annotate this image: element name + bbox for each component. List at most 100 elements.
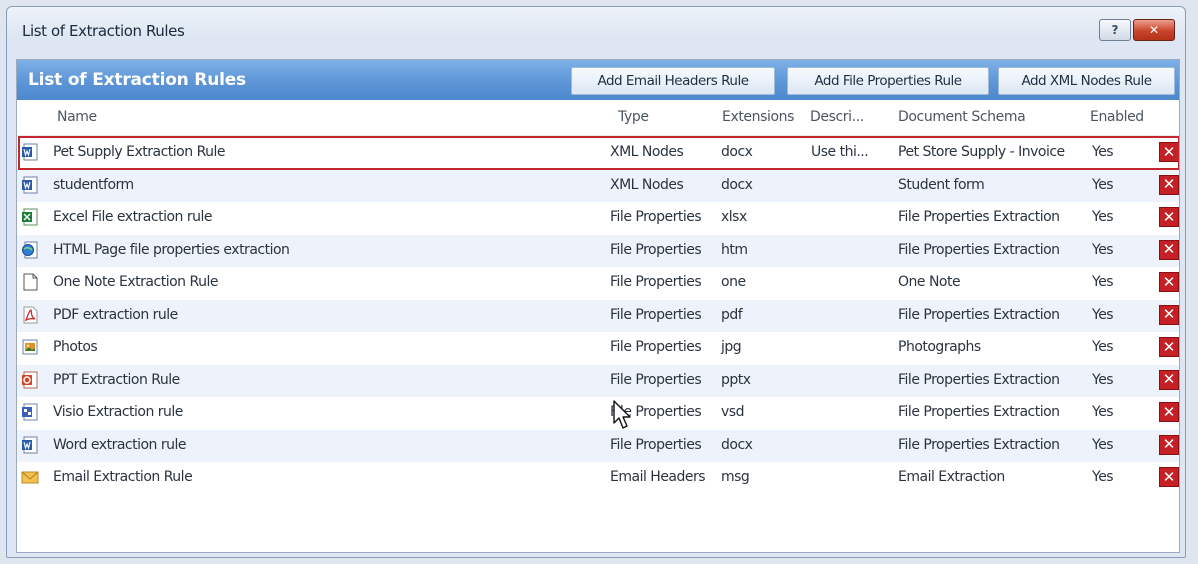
- rule-extensions: pdf: [721, 306, 743, 323]
- rule-extensions: vsd: [721, 404, 744, 420]
- rule-enabled: Yes: [1092, 274, 1114, 290]
- excel-icon: [21, 208, 39, 226]
- rule-document-schema: Email Extraction: [898, 469, 1005, 485]
- column-header-row: Name Type Extensions Descri... Document …: [17, 100, 1179, 136]
- delete-rule-icon[interactable]: ✕: [1159, 369, 1179, 390]
- delete-rule-icon[interactable]: ✕: [1159, 207, 1179, 227]
- html-page-icon: [21, 241, 39, 259]
- rule-row[interactable]: studentform XML Nodes docx Student form Yes ✕: [17, 169, 1179, 202]
- rule-row[interactable]: PPT Extraction Rule File Properties pptx Fi…: [17, 364, 1179, 397]
- rule-document-schema: Photographs: [898, 339, 981, 355]
- delete-rule-icon[interactable]: ✕: [1159, 239, 1179, 260]
- close-button[interactable]: ✕: [1133, 19, 1175, 41]
- add-file-properties-rule-button[interactable]: Add File Properties Rule: [787, 67, 989, 95]
- delete-rule-icon[interactable]: ✕: [1159, 174, 1179, 195]
- rule-name: Photos: [53, 339, 98, 355]
- rule-type: Email Headers: [610, 469, 706, 485]
- pdf-icon: [21, 306, 39, 324]
- title-bar[interactable]: List of Extraction Rules ? ✕: [7, 7, 1185, 51]
- column-header-document-schema[interactable]: Document Schema: [898, 109, 1026, 125]
- delete-rule-icon[interactable]: ✕: [1159, 272, 1179, 292]
- rule-description: Use thi...: [811, 144, 869, 160]
- rule-extensions: pptx: [721, 371, 751, 388]
- visio-icon: [21, 403, 39, 421]
- rule-type: File Properties: [610, 306, 702, 323]
- word-doc-icon: [21, 143, 39, 161]
- rule-enabled: Yes: [1092, 144, 1114, 160]
- delete-rule-icon[interactable]: ✕: [1159, 337, 1179, 357]
- column-header-enabled[interactable]: Enabled: [1090, 109, 1144, 125]
- rule-row[interactable]: One Note Extraction Rule File Properties o…: [17, 267, 1179, 299]
- rule-extensions: docx: [721, 436, 753, 453]
- word-doc-icon: [21, 436, 39, 454]
- rule-name: PDF extraction rule: [53, 306, 178, 323]
- rule-enabled: Yes: [1092, 176, 1114, 193]
- rule-row[interactable]: Excel File extraction rule File Propertie…: [17, 202, 1179, 234]
- rule-enabled: Yes: [1092, 339, 1114, 355]
- rule-name: Excel File extraction rule: [53, 209, 213, 225]
- rule-name: One Note Extraction Rule: [53, 274, 218, 290]
- blank-page-icon: [21, 273, 39, 291]
- rule-extensions: docx: [721, 144, 753, 160]
- rule-enabled: Yes: [1092, 469, 1114, 485]
- rule-row[interactable]: PDF extraction rule File Properties pdf Fil…: [17, 299, 1179, 332]
- rule-document-schema: File Properties Extraction: [898, 241, 1060, 258]
- word-doc-icon: [21, 176, 39, 194]
- rules-panel: List of Extraction Rules Add Email Heade…: [16, 59, 1180, 553]
- email-icon: [21, 468, 39, 486]
- delete-rule-icon[interactable]: ✕: [1159, 467, 1179, 487]
- rule-extensions: xlsx: [721, 209, 747, 225]
- delete-rule-icon[interactable]: ✕: [1159, 402, 1179, 422]
- rule-extensions: one: [721, 274, 746, 290]
- rule-type: XML Nodes: [610, 144, 684, 160]
- delete-rule-icon[interactable]: ✕: [1159, 142, 1179, 162]
- rule-type: File Properties: [610, 436, 702, 453]
- mouse-cursor-icon: [613, 400, 631, 429]
- close-icon: ✕: [1148, 23, 1160, 37]
- rule-extensions: jpg: [721, 339, 742, 355]
- rule-enabled: Yes: [1092, 209, 1114, 225]
- rule-name: studentform: [53, 176, 134, 193]
- rule-row[interactable]: Pet Supply Extraction Rule XML Nodes docx U…: [17, 137, 1179, 169]
- rule-document-schema: File Properties Extraction: [898, 209, 1060, 225]
- window-title: List of Extraction Rules: [22, 22, 185, 40]
- rule-document-schema: Student form: [898, 176, 985, 193]
- rule-type: File Properties: [610, 241, 702, 258]
- rule-document-schema: File Properties Extraction: [898, 404, 1060, 420]
- rule-name: HTML Page file properties extraction: [53, 241, 290, 258]
- add-email-headers-rule-button[interactable]: Add Email Headers Rule: [571, 67, 775, 95]
- rule-document-schema: Pet Store Supply - Invoice: [898, 144, 1065, 160]
- rule-document-schema: File Properties Extraction: [898, 371, 1060, 388]
- rule-row[interactable]: HTML Page file properties extraction File…: [17, 234, 1179, 267]
- rule-extensions: docx: [721, 176, 753, 193]
- delete-rule-icon[interactable]: ✕: [1159, 304, 1179, 325]
- column-header-name[interactable]: Name: [57, 109, 97, 125]
- photo-icon: [21, 338, 39, 356]
- rule-type: File Properties: [610, 274, 702, 290]
- rule-enabled: Yes: [1092, 436, 1114, 453]
- add-xml-nodes-rule-button[interactable]: Add XML Nodes Rule: [998, 67, 1175, 95]
- rule-document-schema: File Properties Extraction: [898, 436, 1060, 453]
- rule-row[interactable]: Visio Extraction rule File Properties vsd F…: [17, 397, 1179, 429]
- rule-name: Pet Supply Extraction Rule: [53, 144, 226, 160]
- rule-row[interactable]: Email Extraction Rule Email Headers msg Ema…: [17, 462, 1179, 494]
- rule-document-schema: One Note: [898, 274, 961, 290]
- column-header-description[interactable]: Descri...: [810, 109, 864, 125]
- rule-type: File Properties: [610, 209, 702, 225]
- rule-extensions: htm: [721, 241, 748, 258]
- help-button[interactable]: ?: [1099, 19, 1131, 41]
- help-icon: ?: [1111, 23, 1119, 37]
- column-header-extensions[interactable]: Extensions: [722, 109, 794, 125]
- rule-enabled: Yes: [1092, 306, 1114, 323]
- rule-type: File Properties: [610, 339, 702, 355]
- panel-header: List of Extraction Rules Add Email Heade…: [17, 60, 1179, 100]
- rule-row[interactable]: Photos File Properties jpg Photographs Yes ✕: [17, 332, 1179, 364]
- rule-row[interactable]: Word extraction rule File Properties docx F…: [17, 429, 1179, 462]
- rule-name: PPT Extraction Rule: [53, 371, 180, 388]
- rule-extensions: msg: [721, 469, 750, 485]
- delete-rule-icon[interactable]: ✕: [1159, 434, 1179, 455]
- rule-enabled: Yes: [1092, 404, 1114, 420]
- column-header-type[interactable]: Type: [618, 109, 649, 125]
- rule-name: Visio Extraction rule: [53, 404, 183, 420]
- rule-enabled: Yes: [1092, 371, 1114, 388]
